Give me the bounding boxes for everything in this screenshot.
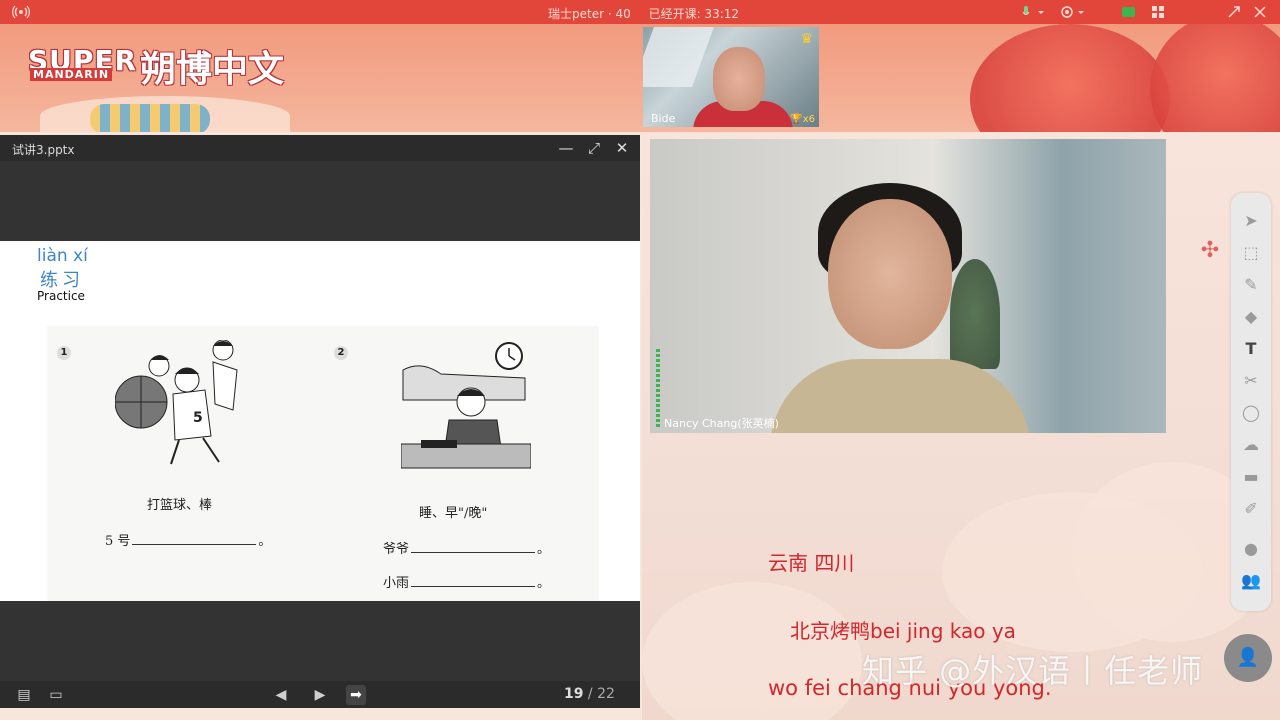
item2-sentence1: 爷爷 。 bbox=[383, 538, 550, 557]
prev-slide-icon[interactable]: ◀ bbox=[271, 685, 291, 705]
camera-dropdown-icon[interactable] bbox=[1060, 4, 1090, 20]
mic-dropdown-icon[interactable] bbox=[1020, 4, 1050, 20]
cloud-icon[interactable]: ☁ bbox=[1239, 433, 1263, 457]
item1-caption: 打篮球、棒 bbox=[147, 498, 213, 513]
next-slide-icon[interactable]: ➡ bbox=[346, 685, 366, 705]
item1-sentence: 5 号 。 bbox=[105, 530, 271, 549]
teacher-name: Nancy Chang(张英楠) bbox=[664, 417, 779, 430]
trophy-icon: 🏆 bbox=[790, 114, 803, 125]
page-indicator: 19 / 22 bbox=[564, 686, 615, 702]
slide-pinyin: liàn xí bbox=[37, 246, 88, 266]
sentence-end: 。 bbox=[258, 534, 272, 549]
item1-subject: 5 号 bbox=[105, 534, 131, 549]
user-list-button[interactable]: 👤 bbox=[1224, 634, 1272, 682]
window-background bbox=[643, 27, 714, 87]
zhihu-watermark: 知乎 @外汉语丨任老师 bbox=[862, 652, 1204, 690]
pen-icon[interactable]: ✎ bbox=[1239, 273, 1263, 297]
ppt-controls: ▤ ▭ ◀ ▶ ➡ 19 / 22 bbox=[0, 681, 640, 708]
video-person bbox=[713, 47, 765, 111]
basketball-illustration: 5 bbox=[115, 340, 238, 465]
page-separator: / bbox=[583, 686, 598, 702]
student-video[interactable]: ♛ Bide 🏆x6 bbox=[643, 27, 819, 127]
screen-share-icon[interactable] bbox=[1120, 4, 1138, 20]
edit-icon[interactable]: ✐ bbox=[1239, 497, 1263, 521]
trophy-value: x6 bbox=[802, 114, 815, 125]
class-info: 瑞士peter · 40 已经开课: 33:12 bbox=[548, 5, 753, 22]
crown-icon: ♛ bbox=[800, 31, 813, 47]
sidebar-toggle-icon[interactable]: ▤ bbox=[14, 685, 34, 705]
sentence-end: 。 bbox=[537, 576, 551, 591]
shape-icon[interactable]: ◯ bbox=[1239, 401, 1263, 425]
item2-subject2: 小雨 bbox=[383, 576, 410, 591]
close-icon[interactable] bbox=[1252, 4, 1268, 20]
sentence-end: 。 bbox=[537, 542, 551, 557]
users-icon[interactable]: 👥 bbox=[1239, 569, 1263, 593]
item-number: 1 bbox=[57, 346, 71, 360]
play-icon[interactable]: ▶ bbox=[310, 685, 330, 705]
teacher-video[interactable]: Nancy Chang(张英楠) bbox=[650, 139, 1166, 433]
item-number: 2 bbox=[334, 346, 348, 360]
ppt-viewer-window[interactable]: 试讲3.pptx — ⤢ ✕ liàn xí 练习 Practice 1 5 打… bbox=[0, 135, 640, 708]
slide-margin-top bbox=[0, 161, 640, 241]
whiteboard-text-line1: 云南 四川 bbox=[768, 551, 855, 575]
workbook-image: 1 5 打篮球、棒 5 号。 2 睡、早"/晚" 爷爷 。 小雨 。 bbox=[47, 326, 599, 601]
briefcase-icon[interactable]: ▬ bbox=[1239, 465, 1263, 489]
audio-level-indicator bbox=[656, 349, 660, 429]
ppt-titlebar[interactable]: 试讲3.pptx — ⤢ ✕ bbox=[0, 135, 640, 161]
eraser-icon[interactable]: ◆ bbox=[1239, 305, 1263, 329]
chat-icon[interactable]: ● bbox=[1239, 537, 1263, 561]
whiteboard-text-line2: 北京烤鸭bei jing kao ya bbox=[790, 619, 1016, 643]
lantern-decoration bbox=[970, 24, 1170, 132]
lantern-decoration bbox=[1150, 24, 1280, 132]
student-name: Bide bbox=[651, 112, 676, 125]
grid-icon[interactable] bbox=[1150, 4, 1166, 20]
trophy-count: 🏆x6 bbox=[790, 114, 815, 125]
class-name: 瑞士peter · 40 bbox=[548, 7, 631, 21]
broadcast-icon bbox=[12, 5, 30, 19]
top-bar: 瑞士peter · 40 已经开课: 33:12 bbox=[0, 0, 1280, 24]
video-person bbox=[770, 359, 1030, 433]
boy-desk-illustration bbox=[401, 342, 531, 469]
blank-line bbox=[132, 544, 257, 545]
slide-english: Practice bbox=[37, 289, 85, 303]
slide-margin-bottom bbox=[0, 601, 640, 681]
notes-icon[interactable]: ▭ bbox=[46, 685, 66, 705]
banner-decoration bbox=[90, 104, 210, 132]
video-plant bbox=[950, 259, 1000, 369]
select-icon[interactable]: ⬚ bbox=[1239, 241, 1263, 265]
svg-text:5: 5 bbox=[193, 410, 203, 426]
slide: liàn xí 练习 Practice 1 5 打篮球、棒 5 号。 2 睡、早… bbox=[0, 241, 640, 601]
item2-subject1: 爷爷 bbox=[383, 542, 410, 557]
whiteboard-toolbar: ➤ ⬚ ✎ ◆ T ✂ ◯ ☁ ▬ ✐ ● 👥 bbox=[1231, 193, 1271, 611]
pointer-icon[interactable]: ➤ bbox=[1239, 209, 1263, 233]
scissors-icon[interactable]: ✂ bbox=[1239, 369, 1263, 393]
item2-caption: 睡、早"/晚" bbox=[419, 506, 488, 521]
text-tool-icon[interactable]: T bbox=[1239, 337, 1263, 361]
minimize-icon[interactable]: — bbox=[554, 137, 578, 159]
close-icon[interactable]: ✕ bbox=[610, 137, 634, 159]
item2-sentence2: 小雨 。 bbox=[383, 572, 550, 591]
logo-chinese-text: 朔博中文 bbox=[140, 48, 285, 90]
blank-line bbox=[411, 552, 536, 553]
logo-mandarin-text: MANDARIN bbox=[30, 68, 113, 81]
page-total: 22 bbox=[597, 686, 615, 702]
blank-line bbox=[411, 586, 536, 587]
ppt-filename: 试讲3.pptx bbox=[12, 143, 75, 157]
chinese-knot-decoration: ✣ bbox=[1200, 238, 1220, 263]
video-person bbox=[828, 199, 952, 349]
maximize-icon[interactable]: ⤢ bbox=[582, 137, 606, 159]
user-icon: 👤 bbox=[1236, 647, 1260, 668]
page-current: 19 bbox=[564, 686, 584, 702]
fullscreen-icon[interactable] bbox=[1226, 4, 1242, 20]
elapsed-time: 已经开课: 33:12 bbox=[648, 7, 740, 21]
